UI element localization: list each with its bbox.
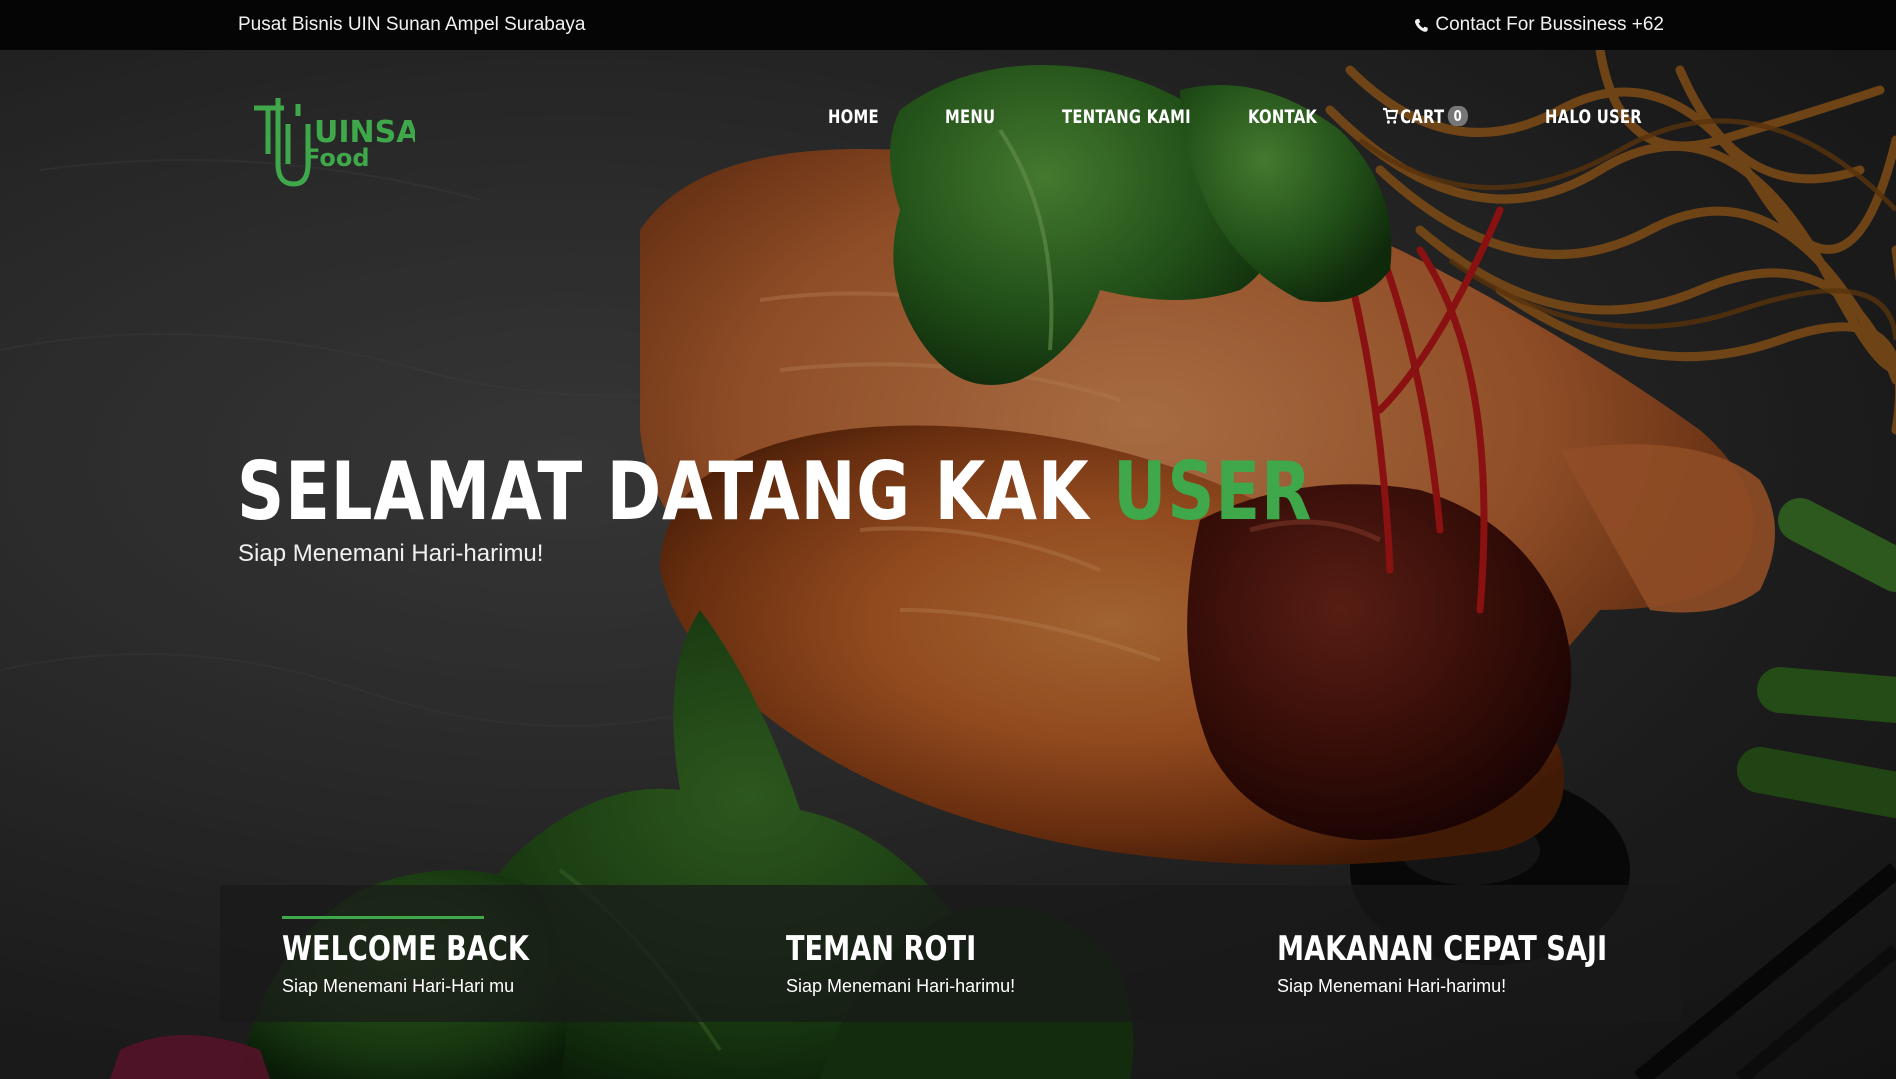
nav-kontak[interactable]: KONTAK <box>1248 106 1317 128</box>
topbar-contact[interactable]: Contact For Bussiness +62 <box>1414 14 1664 36</box>
top-bar: Pusat Bisnis UIN Sunan Ampel Surabaya Co… <box>0 0 1896 50</box>
feature-desc: Siap Menemani Hari-harimu! <box>1277 976 1507 996</box>
nav-cart[interactable]: CART 0 <box>1383 106 1469 128</box>
nav-links: HOME MENU TENTANG KAMI KONTAK CART 0 HALO… <box>0 106 1896 136</box>
logo-text-food: Food <box>304 144 370 172</box>
feature-desc: Siap Menemani Hari-harimu! <box>786 976 1016 996</box>
feature-panel: WELCOME BACK Siap Menemani Hari-Hari mu … <box>220 885 1682 1022</box>
cart-count-badge: 0 <box>1447 106 1469 126</box>
feature-title: WELCOME BACK <box>282 929 529 969</box>
nav-home[interactable]: HOME <box>828 106 879 128</box>
nav-halo-user[interactable]: HALO USER <box>1545 106 1642 128</box>
hero-title: SELAMAT DATANG KAK USER <box>237 445 1312 538</box>
nav-tentang-kami[interactable]: TENTANG KAMI <box>1062 106 1191 128</box>
hero-title-main: SELAMAT DATANG KAK <box>237 445 1114 538</box>
cart-icon <box>1383 107 1399 124</box>
topbar-tagline: Pusat Bisnis UIN Sunan Ampel Surabaya <box>238 14 586 35</box>
cart-label: CART <box>1400 106 1445 128</box>
nav-menu[interactable]: MENU <box>945 106 995 128</box>
feature-active-bar <box>282 916 484 919</box>
feature-desc: Siap Menemani Hari-Hari mu <box>282 976 515 996</box>
feature-title: MAKANAN CEPAT SAJI <box>1277 929 1608 969</box>
contact-label: Contact For Bussiness +62 <box>1435 14 1664 35</box>
main-navbar: UINSA Food HOME MENU TENTANG KAMI KONTAK… <box>0 50 1896 190</box>
phone-icon <box>1415 18 1429 32</box>
hero-subtitle: Siap Menemani Hari-harimu! <box>238 540 544 567</box>
hero-title-accent: USER <box>1113 445 1313 538</box>
feature-title: TEMAN ROTI <box>786 929 977 969</box>
